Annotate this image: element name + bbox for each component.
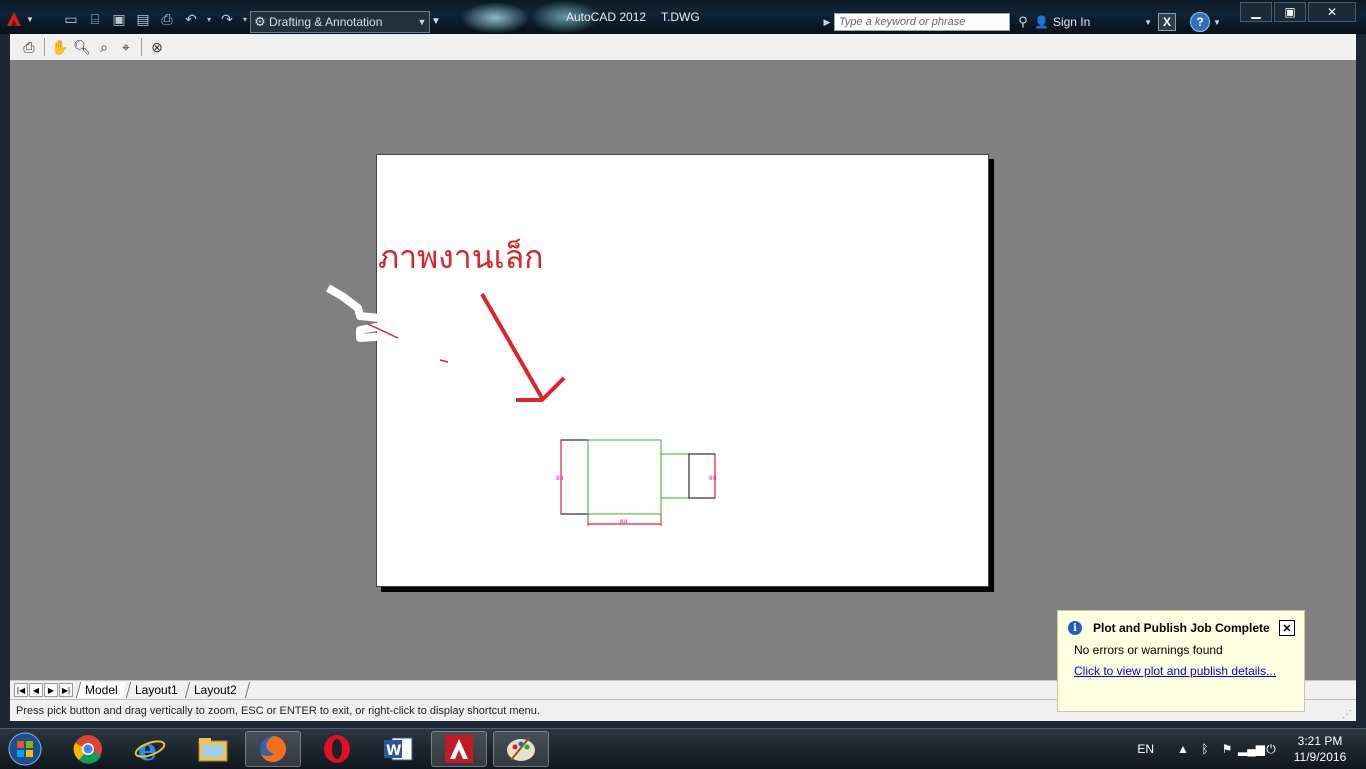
chrome-icon[interactable] xyxy=(60,731,116,767)
tab-layout2[interactable]: Layout2 xyxy=(185,682,246,698)
binoculars-icon[interactable]: ⚲ xyxy=(1012,12,1034,32)
tab-label: Model xyxy=(85,683,118,697)
info-icon: i xyxy=(1068,621,1082,635)
bluetooth-icon[interactable]: ᛒ xyxy=(1194,742,1216,756)
dimension-label: 88 xyxy=(556,475,564,482)
chevron-down-icon: ▼ xyxy=(26,14,34,24)
zoom-icon[interactable]: 🔍︎ xyxy=(71,36,93,58)
search-input[interactable]: Type a keyword or phrase xyxy=(834,13,1010,31)
tab-layout1[interactable]: Layout1 xyxy=(125,682,186,698)
sign-in-label: Sign In xyxy=(1052,15,1091,29)
save-as-icon[interactable]: ▤ xyxy=(132,8,154,30)
close-icon[interactable]: ✕ xyxy=(1279,620,1295,636)
tab-model[interactable]: Model xyxy=(75,682,126,698)
toolbar-separator xyxy=(141,38,142,56)
file-explorer-icon[interactable] xyxy=(185,731,241,767)
part-neck xyxy=(660,453,690,499)
help-icon[interactable]: ? xyxy=(1190,12,1210,32)
svg-text:W: W xyxy=(386,743,401,759)
undo-dropdown-icon[interactable]: ▾ xyxy=(204,8,214,30)
dimension-label: 88 xyxy=(709,475,717,482)
red-mark xyxy=(439,359,449,363)
undo-icon[interactable]: ↶ xyxy=(180,8,202,30)
maximize-button[interactable]: ▣ xyxy=(1274,2,1306,22)
title-bar: ▼ ▭ ⌸ ▣ ▤ ⎙ ↶ ▾ ↷ ▾ ⚙ Drafting & Annotat… xyxy=(0,0,1366,34)
toolbar-separator xyxy=(44,38,45,56)
redo-icon[interactable]: ↷ xyxy=(216,8,238,30)
zoom-original-icon[interactable]: ⌖ xyxy=(115,36,137,58)
redo-dropdown-icon[interactable]: ▾ xyxy=(240,8,250,30)
tab-end xyxy=(244,682,252,698)
plot-details-link[interactable]: Click to view plot and publish details..… xyxy=(1074,664,1276,678)
open-icon[interactable]: ⌸ xyxy=(84,8,106,30)
exchange-icon[interactable]: X xyxy=(1158,13,1176,31)
customize-qat-button[interactable]: ▼ xyxy=(429,11,443,31)
notification-title: Plot and Publish Job Complete xyxy=(1093,621,1270,635)
power-icon[interactable]: ⏻ xyxy=(1260,742,1282,757)
word-icon[interactable]: W xyxy=(370,731,426,767)
save-icon[interactable]: ▣ xyxy=(108,8,130,30)
application-menu-button[interactable]: ▼ xyxy=(6,6,50,32)
clock-date: 11/9/2016 xyxy=(1293,750,1347,764)
next-tab-icon[interactable]: ▶ xyxy=(44,683,58,697)
dimension-label: 88 xyxy=(620,519,628,526)
title-glow xyxy=(460,2,530,34)
sign-in-button[interactable]: 👤 Sign In ▼ xyxy=(1034,15,1152,29)
close-button[interactable]: ✕ xyxy=(1308,2,1356,22)
chevron-down-icon[interactable]: ▼ xyxy=(1213,18,1221,27)
print-icon[interactable]: ⎙ xyxy=(18,36,40,58)
last-tab-icon[interactable]: ▶| xyxy=(59,683,73,697)
show-hidden-icons-icon[interactable]: ▲ xyxy=(1172,742,1194,756)
quick-access-toolbar: ▼ ▭ ⌸ ▣ ▤ ⎙ ↶ ▾ ↷ ▾ xyxy=(6,6,250,32)
chevron-down-icon: ▼ xyxy=(1144,17,1152,27)
language-indicator[interactable]: EN xyxy=(1137,742,1154,756)
pan-icon[interactable]: ✋ xyxy=(49,36,71,58)
notification-balloon: i Plot and Publish Job Complete ✕ No err… xyxy=(1057,610,1305,712)
notification-message: No errors or warnings found xyxy=(1074,643,1223,657)
app-title: AutoCAD 2012 xyxy=(566,10,647,24)
status-prompt: Press pick button and drag vertically to… xyxy=(16,704,540,717)
start-orb-icon[interactable] xyxy=(6,732,44,766)
paint-icon[interactable] xyxy=(493,731,549,767)
prev-tab-icon[interactable]: ◀ xyxy=(29,683,43,697)
resize-grip-icon[interactable]: ⋰ xyxy=(1342,709,1352,720)
file-name: T.DWG xyxy=(661,10,700,24)
workspace-label: Drafting & Annotation xyxy=(269,15,383,29)
opera-icon[interactable] xyxy=(309,731,365,767)
zoom-window-icon[interactable]: ⌕ xyxy=(93,36,115,58)
workspace-dropdown[interactable]: ⚙ Drafting & Annotation ▼ xyxy=(250,11,430,33)
annotation-arrow xyxy=(480,293,544,399)
infocenter: ▶ Type a keyword or phrase ⚲ 👤 Sign In ▼… xyxy=(820,10,1234,34)
close-preview-icon[interactable]: ⊗ xyxy=(146,36,168,58)
user-icon: 👤 xyxy=(1034,15,1049,29)
annotation-text: ภาพงานเล็ก xyxy=(378,238,544,276)
clock[interactable]: 3:21 PM 11/9/2016 xyxy=(1288,733,1352,765)
autocad-logo-icon xyxy=(7,12,21,26)
part-body xyxy=(587,439,662,515)
new-icon[interactable]: ▭ xyxy=(60,8,82,30)
white-scribble xyxy=(326,284,389,342)
svg-text:e: e xyxy=(138,734,157,764)
network-signal-icon[interactable]: ▂▄▆ xyxy=(1238,742,1265,756)
firefox-icon[interactable] xyxy=(245,731,301,767)
window-controls: ▁ ▣ ✕ xyxy=(1240,2,1356,22)
clock-time: 3:21 PM xyxy=(1297,734,1343,748)
search-expand-icon[interactable]: ▶ xyxy=(820,17,834,28)
system-tray: EN ▲ ᛒ ⚑ ▂▄▆ ⏻ 3:21 PM 11/9/2016 xyxy=(1137,729,1366,769)
drawing-layer: 88 88 88 xyxy=(326,284,717,526)
plot-icon[interactable]: ⎙ xyxy=(156,8,178,30)
tab-label: Layout2 xyxy=(194,683,238,697)
minimize-button[interactable]: ▁ xyxy=(1240,2,1272,22)
tab-label: Layout1 xyxy=(134,683,178,697)
preview-toolbar: ⎙ ✋ 🔍︎ ⌕ ⌖ ⊗ xyxy=(10,34,1356,61)
taskbar: e W EN ▲ ᛒ ⚑ ▂▄▆ ⏻ 3:21 PM 11/9/2016 xyxy=(0,728,1366,769)
gear-icon: ⚙ xyxy=(254,14,266,29)
first-tab-icon[interactable]: |◀ xyxy=(14,683,28,697)
part-flange xyxy=(560,439,589,515)
chevron-down-icon: ▼ xyxy=(417,17,427,27)
internet-explorer-icon[interactable]: e xyxy=(122,731,178,767)
action-center-flag-icon[interactable]: ⚑ xyxy=(1216,742,1238,756)
autocad-taskbar-icon[interactable] xyxy=(431,731,487,767)
